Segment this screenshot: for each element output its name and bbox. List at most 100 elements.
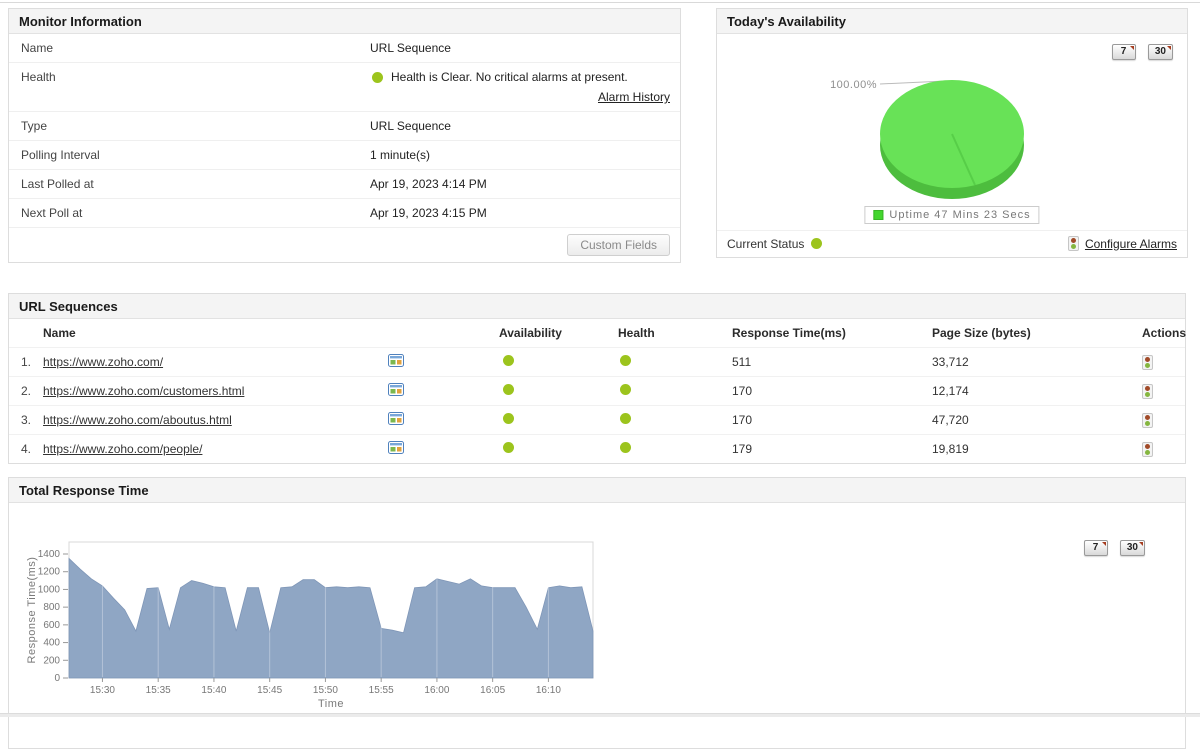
- alarm-actions-icon[interactable]: [1142, 384, 1153, 399]
- x-axis-label: Time: [318, 698, 344, 710]
- health-status-dot: [372, 72, 383, 83]
- x-tick-label: 15:50: [313, 685, 338, 696]
- page-size-value: 19,819: [924, 442, 1134, 456]
- url-sequence-link[interactable]: https://www.zoho.com/aboutus.html: [43, 413, 232, 427]
- todays-availability-panel: Today's Availability 7 30 100.00% Uptime…: [716, 8, 1188, 258]
- row-number: 1.: [9, 355, 43, 369]
- uptime-legend-text: Uptime 47 Mins 23 Secs: [889, 209, 1030, 221]
- y-tick-label: 0: [54, 673, 60, 684]
- configure-alarms-icon[interactable]: [1068, 236, 1079, 251]
- monitor-information-panel: Monitor Information Name URL Sequence He…: [8, 8, 681, 263]
- field-value: Apr 19, 2023 4:15 PM: [370, 206, 670, 220]
- field-value: 1 minute(s): [370, 148, 670, 162]
- availability-7-day-button[interactable]: 7: [1112, 44, 1136, 60]
- custom-fields-button[interactable]: Custom Fields: [567, 234, 670, 256]
- health-status-dot: [620, 384, 631, 395]
- url-sequence-row: 2.https://www.zoho.com/customers.html170…: [9, 376, 1185, 405]
- url-sequences-table: Name Availability Health Response Time(m…: [9, 319, 1185, 463]
- availability-footer: Current Status Configure Alarms: [717, 230, 1187, 257]
- alarm-actions-icon[interactable]: [1142, 442, 1153, 457]
- availability-30-day-button[interactable]: 30: [1148, 44, 1173, 60]
- chart-30-day-button[interactable]: 30: [1120, 540, 1145, 556]
- url-sequence-row: 4.https://www.zoho.com/people/17919,819: [9, 434, 1185, 463]
- total-response-time-title: Total Response Time: [19, 483, 149, 498]
- y-tick-label: 1400: [38, 549, 61, 560]
- report-cell: [388, 383, 491, 399]
- health-cell: [610, 384, 724, 398]
- availability-cell: [491, 384, 610, 398]
- chart-range-buttons: 7 30: [1075, 539, 1145, 556]
- url-sequence-row: 3.https://www.zoho.com/aboutus.html17047…: [9, 405, 1185, 434]
- page-size-value: 12,174: [924, 384, 1134, 398]
- current-status: Current Status: [727, 237, 822, 251]
- column-header-page-size: Page Size (bytes): [924, 326, 1134, 340]
- uptime-legend-swatch: [873, 210, 883, 220]
- availability-cell: [491, 442, 610, 456]
- next-poll-row: Next Poll at Apr 19, 2023 4:15 PM: [9, 199, 680, 228]
- dashboard-page: Monitor Information Name URL Sequence He…: [8, 8, 1192, 749]
- todays-availability-title: Today's Availability: [727, 14, 846, 29]
- pie-legend: Uptime 47 Mins 23 Secs: [864, 206, 1039, 224]
- health-cell: [610, 355, 724, 369]
- url-sequences-header: URL Sequences: [9, 294, 1185, 319]
- report-icon[interactable]: [388, 412, 404, 425]
- report-cell: [388, 412, 491, 428]
- report-icon[interactable]: [388, 354, 404, 367]
- y-tick-label: 200: [43, 655, 60, 666]
- chart-7-day-button[interactable]: 7: [1084, 540, 1108, 556]
- alarm-history-link[interactable]: Alarm History: [598, 90, 670, 104]
- url-sequence-link[interactable]: https://www.zoho.com/customers.html: [43, 384, 244, 398]
- report-cell: [388, 354, 491, 370]
- row-number: 2.: [9, 384, 43, 398]
- actions-cell: [1134, 441, 1187, 456]
- response-time-value: 511: [724, 355, 924, 369]
- pie-percentage-label: 100.00%: [830, 79, 877, 91]
- health-status-line: Health is Clear. No critical alarms at p…: [370, 70, 670, 84]
- alarm-history-line: Alarm History: [370, 90, 670, 104]
- field-value: URL Sequence: [370, 41, 670, 55]
- health-status-dot: [620, 413, 631, 424]
- availability-status-dot: [503, 384, 514, 395]
- y-tick-label: 600: [43, 620, 60, 631]
- report-icon[interactable]: [388, 441, 404, 454]
- configure-alarms-link[interactable]: Configure Alarms: [1085, 237, 1177, 251]
- availability-cell: [491, 355, 610, 369]
- y-tick-label: 1200: [38, 567, 61, 578]
- column-header-name: Name: [43, 326, 388, 340]
- health-status-text: Health is Clear. No critical alarms at p…: [391, 70, 628, 84]
- report-icon[interactable]: [388, 383, 404, 396]
- url-sequence-link[interactable]: https://www.zoho.com/: [43, 355, 163, 369]
- monitor-information-header: Monitor Information: [9, 9, 680, 34]
- y-tick-label: 400: [43, 638, 60, 649]
- page-size-value: 47,720: [924, 413, 1134, 427]
- polling-interval-row: Polling Interval 1 minute(s): [9, 141, 680, 170]
- availability-body: 7 30 100.00% Uptime 47 Mins 23 Secs Cu: [717, 34, 1187, 257]
- x-tick-label: 15:45: [257, 685, 282, 696]
- actions-cell: [1134, 412, 1187, 427]
- y-tick-label: 800: [43, 602, 60, 613]
- column-header-actions: Actions: [1134, 326, 1194, 340]
- availability-status-dot: [503, 413, 514, 424]
- monitor-type-row: Type URL Sequence: [9, 112, 680, 141]
- bottom-strip: [0, 713, 1200, 717]
- url-cell: https://www.zoho.com/aboutus.html: [43, 413, 388, 427]
- url-sequence-link[interactable]: https://www.zoho.com/people/: [43, 442, 202, 456]
- availability-cell: [491, 413, 610, 427]
- todays-availability-header: Today's Availability: [717, 9, 1187, 34]
- response-time-area-chart: Response Time(ms) Time 02004006008001000…: [9, 530, 613, 712]
- monitor-health-row: Health Health is Clear. No critical alar…: [9, 63, 680, 112]
- field-label: Type: [21, 119, 370, 133]
- alarm-actions-icon[interactable]: [1142, 413, 1153, 428]
- current-status-label: Current Status: [727, 237, 804, 251]
- current-status-dot: [811, 238, 822, 249]
- x-tick-label: 16:05: [480, 685, 505, 696]
- x-tick-label: 15:55: [369, 685, 394, 696]
- monitor-information-footer: Custom Fields: [9, 228, 680, 262]
- alarm-actions-icon[interactable]: [1142, 355, 1153, 370]
- health-status-dot: [620, 355, 631, 366]
- actions-cell: [1134, 354, 1187, 369]
- y-tick-label: 1000: [38, 584, 61, 595]
- availability-status-dot: [503, 442, 514, 453]
- x-tick-label: 16:10: [536, 685, 561, 696]
- report-cell: [388, 441, 491, 457]
